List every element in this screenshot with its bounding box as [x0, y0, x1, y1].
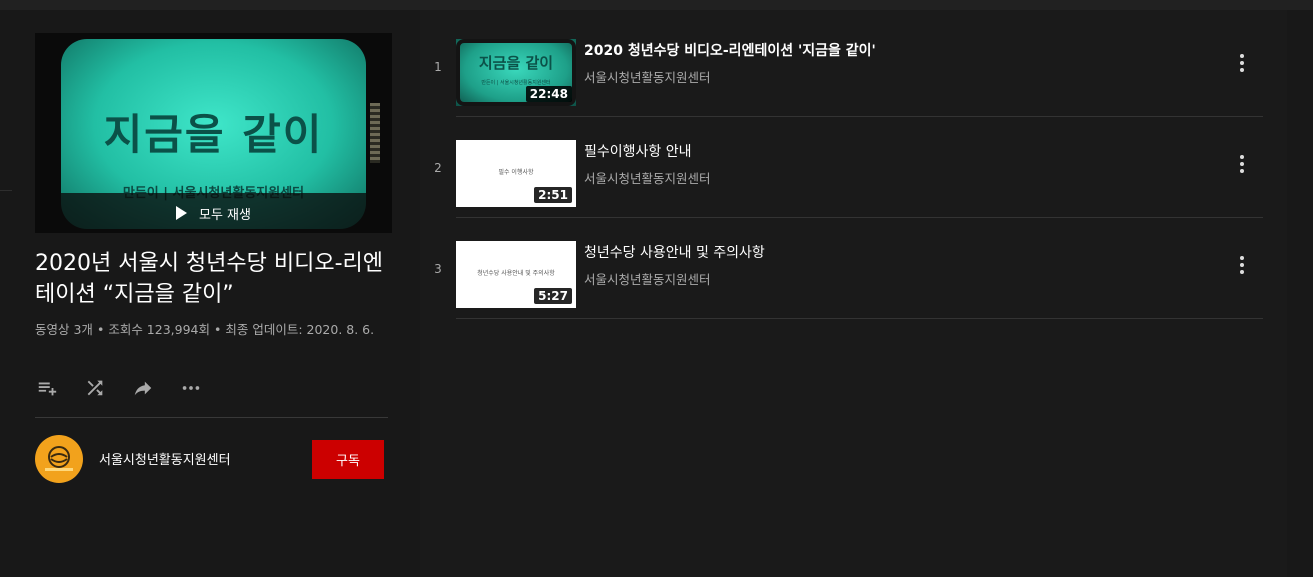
video-duration: 5:27: [534, 288, 572, 304]
video-index: 2: [434, 160, 442, 175]
last-updated: 최종 업데이트: 2020. 8. 6.: [225, 322, 375, 337]
video-index: 1: [434, 59, 442, 74]
video-thumbnail[interactable]: 필수 이행사항 2:51: [456, 140, 576, 207]
stats-separator: •: [96, 322, 105, 337]
list-item[interactable]: 3 청년수당 사용안내 및 주의사항 5:27 청년수당 사용안내 및 주의사항…: [420, 218, 1287, 319]
playlist-video-list: 1 지금을 같이 만든이 | 서울시청년활동지원센터 22:48 2020 청년…: [420, 10, 1287, 577]
list-item[interactable]: 2 필수 이행사항 2:51 필수이행사항 안내 서울시청년활동지원센터: [420, 117, 1287, 218]
subscribe-button[interactable]: 구독: [312, 440, 384, 479]
video-menu-button[interactable]: [1228, 251, 1256, 279]
play-all-button[interactable]: 모두 재생: [35, 193, 392, 233]
add-to-queue-button[interactable]: [35, 376, 59, 400]
stats-separator: •: [213, 322, 222, 337]
playlist-title: 2020년 서울시 청년수당 비디오-리엔테이션 “지금을 같이”: [35, 251, 384, 307]
playlist-sidebar: 지금을 같이 만든이 | 서울시청년활동지원센터 모두 재생 2020년 서울시…: [12, 10, 420, 577]
video-title[interactable]: 필수이행사항 안내: [584, 141, 692, 161]
video-channel[interactable]: 서울시청년활동지원센터: [584, 67, 711, 86]
list-item[interactable]: 1 지금을 같이 만든이 | 서울시청년활동지원센터 22:48 2020 청년…: [420, 16, 1287, 117]
thumbnail-text: 청년수당 사용안내 및 주의사항: [477, 270, 555, 277]
more-vertical-icon: [1240, 155, 1244, 159]
video-menu-button[interactable]: [1228, 49, 1256, 77]
more-horizontal-icon: [182, 386, 200, 390]
playlist-actions: [35, 376, 203, 400]
hero-tv-knobs: [370, 103, 380, 163]
top-band: [0, 0, 1313, 10]
playlist-hero-thumbnail[interactable]: 지금을 같이 만든이 | 서울시청년활동지원센터 모두 재생: [35, 33, 392, 233]
video-duration: 2:51: [534, 187, 572, 203]
channel-name[interactable]: 서울시청년활동지원센터: [99, 449, 231, 468]
video-title[interactable]: 2020 청년수당 비디오-리엔테이션 '지금을 같이': [584, 40, 876, 60]
playlist-stats: 동영상 3개 • 조회수 123,994회 • 최종 업데이트: 2020. 8. 6.: [35, 319, 395, 341]
shuffle-button[interactable]: [83, 376, 107, 400]
play-icon: [176, 206, 187, 220]
row-divider: [456, 318, 1263, 319]
share-icon: [134, 381, 152, 396]
video-thumbnail[interactable]: 지금을 같이 만든이 | 서울시청년활동지원센터 22:48: [456, 39, 576, 106]
video-duration: 22:48: [525, 86, 572, 102]
channel-avatar[interactable]: [35, 435, 83, 483]
playlist-owner: 서울시청년활동지원센터 구독: [35, 435, 388, 485]
share-button[interactable]: [131, 376, 155, 400]
add-to-queue-icon: [38, 382, 57, 396]
more-actions-button[interactable]: [179, 376, 203, 400]
view-count: 조회수 123,994회: [108, 322, 210, 337]
video-index: 3: [434, 261, 442, 276]
video-channel[interactable]: 서울시청년활동지원센터: [584, 269, 711, 288]
sidebar-divider: [35, 417, 388, 418]
video-menu-button[interactable]: [1228, 150, 1256, 178]
video-count: 동영상 3개: [35, 322, 93, 337]
more-vertical-icon: [1240, 256, 1244, 260]
more-vertical-icon: [1240, 54, 1244, 58]
video-title[interactable]: 청년수당 사용안내 및 주의사항: [584, 242, 765, 262]
right-gutter: [1287, 10, 1313, 577]
edge-divider: [0, 190, 12, 191]
play-all-label: 모두 재생: [199, 207, 251, 223]
shuffle-icon: [87, 380, 103, 396]
video-channel[interactable]: 서울시청년활동지원센터: [584, 168, 711, 187]
video-thumbnail[interactable]: 청년수당 사용안내 및 주의사항 5:27: [456, 241, 576, 308]
thumbnail-text: 필수 이행사항: [498, 169, 534, 176]
hero-thumb-title: 지금을 같이: [103, 110, 324, 159]
channel-logo-icon: [45, 446, 73, 471]
